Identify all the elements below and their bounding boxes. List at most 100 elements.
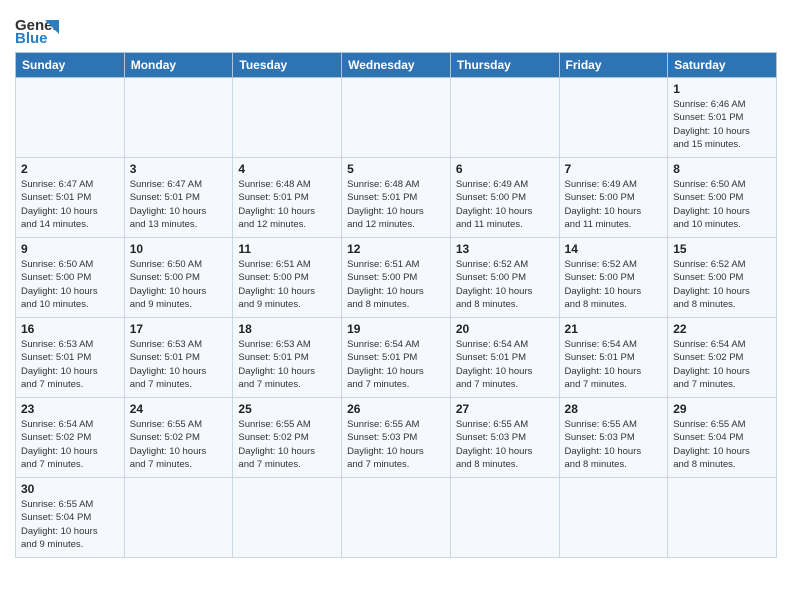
day-number: 30 xyxy=(21,482,119,496)
calendar-cell: 1Sunrise: 6:46 AM Sunset: 5:01 PM Daylig… xyxy=(668,78,777,158)
calendar-table: SundayMondayTuesdayWednesdayThursdayFrid… xyxy=(15,52,777,558)
calendar-cell: 18 Sunrise: 6:53 AM Sunset: 5:01 PM Dayli… xyxy=(233,318,342,398)
day-info: Sunrise: 6:55 AM Sunset: 5:03 PM Dayligh… xyxy=(456,418,554,471)
day-info: Sunrise: 6:54 AM Sunset: 5:01 PM Dayligh… xyxy=(565,338,663,391)
day-number: 13 xyxy=(456,242,554,256)
day-number: 29 xyxy=(673,402,771,416)
calendar-cell xyxy=(124,478,233,558)
day-number: 21 xyxy=(565,322,663,336)
calendar-cell xyxy=(559,78,668,158)
day-info: Sunrise: 6:47 AM Sunset: 5:01 PM Dayligh… xyxy=(21,178,119,231)
calendar-cell: 11 Sunrise: 6:51 AM Sunset: 5:00 PM Dayli… xyxy=(233,238,342,318)
calendar-week-row: 1Sunrise: 6:46 AM Sunset: 5:01 PM Daylig… xyxy=(16,78,777,158)
calendar-header-row: SundayMondayTuesdayWednesdayThursdayFrid… xyxy=(16,53,777,78)
day-number: 24 xyxy=(130,402,228,416)
day-info: Sunrise: 6:49 AM Sunset: 5:00 PM Dayligh… xyxy=(565,178,663,231)
day-info: Sunrise: 6:53 AM Sunset: 5:01 PM Dayligh… xyxy=(21,338,119,391)
day-number: 12 xyxy=(347,242,445,256)
calendar-cell: 9 Sunrise: 6:50 AM Sunset: 5:00 PM Daylig… xyxy=(16,238,125,318)
day-info: Sunrise: 6:52 AM Sunset: 5:00 PM Dayligh… xyxy=(456,258,554,311)
calendar-cell xyxy=(342,478,451,558)
calendar-cell xyxy=(124,78,233,158)
day-info: Sunrise: 6:50 AM Sunset: 5:00 PM Dayligh… xyxy=(21,258,119,311)
calendar-cell xyxy=(233,78,342,158)
calendar-cell: 3Sunrise: 6:47 AM Sunset: 5:01 PM Daylig… xyxy=(124,158,233,238)
calendar-week-row: 2 Sunrise: 6:47 AM Sunset: 5:01 PM Daylig… xyxy=(16,158,777,238)
day-number: 7 xyxy=(565,162,663,176)
calendar-cell: 13 Sunrise: 6:52 AM Sunset: 5:00 PM Dayli… xyxy=(450,238,559,318)
day-info: Sunrise: 6:55 AM Sunset: 5:02 PM Dayligh… xyxy=(238,418,336,471)
day-number: 23 xyxy=(21,402,119,416)
day-info: Sunrise: 6:52 AM Sunset: 5:00 PM Dayligh… xyxy=(673,258,771,311)
calendar-cell: 10Sunrise: 6:50 AM Sunset: 5:00 PM Dayli… xyxy=(124,238,233,318)
day-info: Sunrise: 6:51 AM Sunset: 5:00 PM Dayligh… xyxy=(238,258,336,311)
calendar-cell: 26 Sunrise: 6:55 AM Sunset: 5:03 PM Dayli… xyxy=(342,398,451,478)
day-info: Sunrise: 6:55 AM Sunset: 5:02 PM Dayligh… xyxy=(130,418,228,471)
day-number: 19 xyxy=(347,322,445,336)
calendar-cell: 14 Sunrise: 6:52 AM Sunset: 5:00 PM Dayli… xyxy=(559,238,668,318)
day-info: Sunrise: 6:53 AM Sunset: 5:01 PM Dayligh… xyxy=(238,338,336,391)
day-number: 8 xyxy=(673,162,771,176)
calendar-cell: 2 Sunrise: 6:47 AM Sunset: 5:01 PM Daylig… xyxy=(16,158,125,238)
col-header-friday: Friday xyxy=(559,53,668,78)
day-info: Sunrise: 6:54 AM Sunset: 5:01 PM Dayligh… xyxy=(347,338,445,391)
day-number: 18 xyxy=(238,322,336,336)
calendar-cell: 12Sunrise: 6:51 AM Sunset: 5:00 PM Dayli… xyxy=(342,238,451,318)
day-info: Sunrise: 6:53 AM Sunset: 5:01 PM Dayligh… xyxy=(130,338,228,391)
day-info: Sunrise: 6:54 AM Sunset: 5:02 PM Dayligh… xyxy=(21,418,119,471)
day-number: 16 xyxy=(21,322,119,336)
day-number: 27 xyxy=(456,402,554,416)
calendar-cell: 29Sunrise: 6:55 AM Sunset: 5:04 PM Dayli… xyxy=(668,398,777,478)
calendar-cell xyxy=(342,78,451,158)
day-number: 14 xyxy=(565,242,663,256)
day-number: 28 xyxy=(565,402,663,416)
day-info: Sunrise: 6:46 AM Sunset: 5:01 PM Dayligh… xyxy=(673,98,771,151)
day-number: 9 xyxy=(21,242,119,256)
header: General Blue xyxy=(15,10,777,46)
calendar-cell: 27 Sunrise: 6:55 AM Sunset: 5:03 PM Dayli… xyxy=(450,398,559,478)
day-number: 6 xyxy=(456,162,554,176)
calendar-cell: 4 Sunrise: 6:48 AM Sunset: 5:01 PM Daylig… xyxy=(233,158,342,238)
calendar-cell xyxy=(559,478,668,558)
col-header-saturday: Saturday xyxy=(668,53,777,78)
calendar-cell: 28 Sunrise: 6:55 AM Sunset: 5:03 PM Dayli… xyxy=(559,398,668,478)
calendar-week-row: 16 Sunrise: 6:53 AM Sunset: 5:01 PM Dayli… xyxy=(16,318,777,398)
calendar-cell: 25 Sunrise: 6:55 AM Sunset: 5:02 PM Dayli… xyxy=(233,398,342,478)
calendar-cell: 8 Sunrise: 6:50 AM Sunset: 5:00 PM Daylig… xyxy=(668,158,777,238)
calendar-cell xyxy=(233,478,342,558)
calendar-cell xyxy=(450,78,559,158)
day-info: Sunrise: 6:48 AM Sunset: 5:01 PM Dayligh… xyxy=(347,178,445,231)
col-header-sunday: Sunday xyxy=(16,53,125,78)
day-number: 10 xyxy=(130,242,228,256)
calendar-cell: 23 Sunrise: 6:54 AM Sunset: 5:02 PM Dayli… xyxy=(16,398,125,478)
day-number: 22 xyxy=(673,322,771,336)
logo: General Blue xyxy=(15,10,59,46)
day-info: Sunrise: 6:48 AM Sunset: 5:01 PM Dayligh… xyxy=(238,178,336,231)
day-info: Sunrise: 6:47 AM Sunset: 5:01 PM Dayligh… xyxy=(130,178,228,231)
day-number: 4 xyxy=(238,162,336,176)
col-header-wednesday: Wednesday xyxy=(342,53,451,78)
calendar-cell xyxy=(450,478,559,558)
calendar-cell: 21 Sunrise: 6:54 AM Sunset: 5:01 PM Dayli… xyxy=(559,318,668,398)
day-info: Sunrise: 6:55 AM Sunset: 5:03 PM Dayligh… xyxy=(565,418,663,471)
day-number: 25 xyxy=(238,402,336,416)
calendar-cell: 20Sunrise: 6:54 AM Sunset: 5:01 PM Dayli… xyxy=(450,318,559,398)
calendar-cell xyxy=(668,478,777,558)
general-blue-logo-icon: General Blue xyxy=(15,10,59,46)
calendar-cell xyxy=(16,78,125,158)
day-number: 2 xyxy=(21,162,119,176)
calendar-cell: 17Sunrise: 6:53 AM Sunset: 5:01 PM Dayli… xyxy=(124,318,233,398)
col-header-monday: Monday xyxy=(124,53,233,78)
day-info: Sunrise: 6:55 AM Sunset: 5:03 PM Dayligh… xyxy=(347,418,445,471)
calendar-week-row: 30Sunrise: 6:55 AM Sunset: 5:04 PM Dayli… xyxy=(16,478,777,558)
calendar-cell: 5Sunrise: 6:48 AM Sunset: 5:01 PM Daylig… xyxy=(342,158,451,238)
day-number: 20 xyxy=(456,322,554,336)
day-info: Sunrise: 6:50 AM Sunset: 5:00 PM Dayligh… xyxy=(673,178,771,231)
day-number: 11 xyxy=(238,242,336,256)
day-info: Sunrise: 6:52 AM Sunset: 5:00 PM Dayligh… xyxy=(565,258,663,311)
calendar-cell: 15 Sunrise: 6:52 AM Sunset: 5:00 PM Dayli… xyxy=(668,238,777,318)
col-header-tuesday: Tuesday xyxy=(233,53,342,78)
calendar-cell: 24 Sunrise: 6:55 AM Sunset: 5:02 PM Dayli… xyxy=(124,398,233,478)
day-number: 15 xyxy=(673,242,771,256)
day-number: 26 xyxy=(347,402,445,416)
